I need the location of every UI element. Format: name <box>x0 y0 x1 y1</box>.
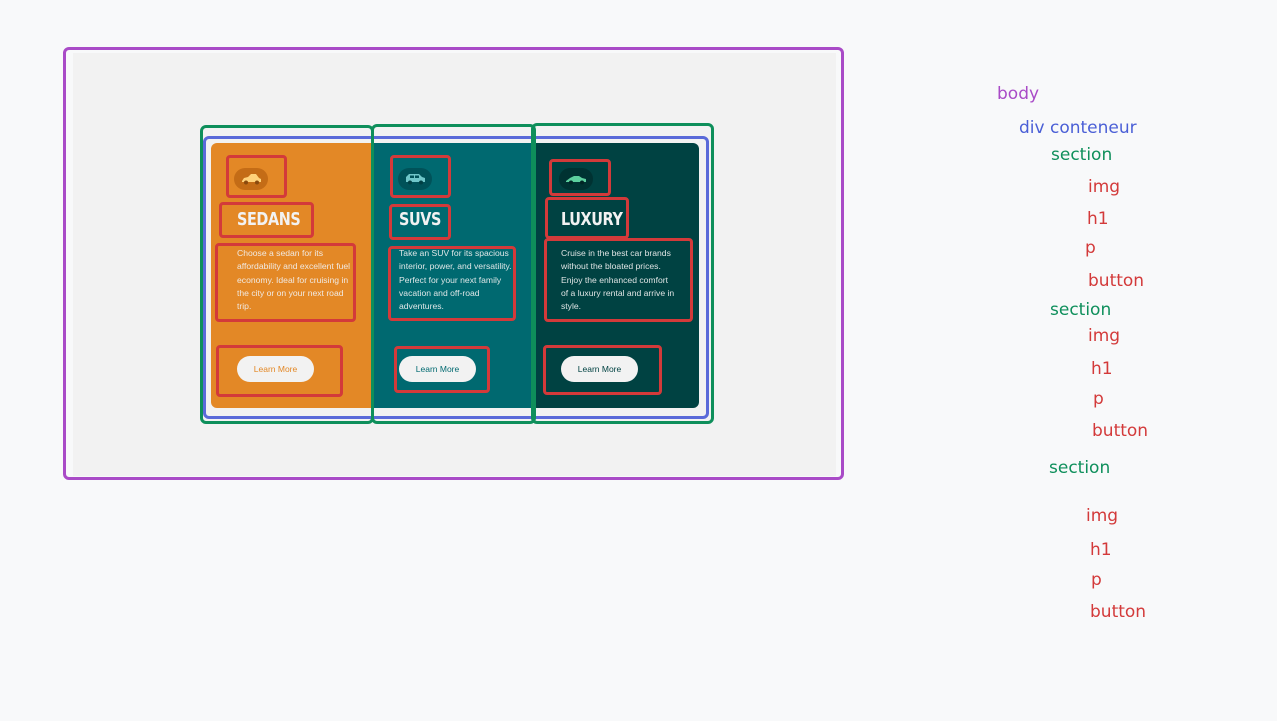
h1-outline <box>389 204 451 240</box>
p-outline <box>215 243 356 322</box>
img-outline <box>226 155 287 198</box>
button-outline <box>543 345 662 395</box>
tree-body: body <box>997 84 1040 104</box>
tree-img: img <box>1086 506 1119 526</box>
h1-outline <box>545 197 629 239</box>
tree-section: section <box>1049 458 1111 478</box>
tree-img: img <box>1088 326 1121 346</box>
tree-button: button <box>1088 271 1145 291</box>
tree-h1: h1 <box>1090 540 1112 560</box>
tree-div-conteneur: div conteneur <box>1019 118 1137 138</box>
p-outline <box>544 238 693 322</box>
tree-section: section <box>1051 145 1113 165</box>
img-outline <box>549 159 611 196</box>
img-outline <box>390 155 451 198</box>
tree-section: section <box>1050 300 1112 320</box>
tree-img: img <box>1088 177 1121 197</box>
tree-p: p <box>1093 389 1104 409</box>
button-outline <box>216 345 343 397</box>
tree-p: p <box>1085 238 1096 258</box>
p-outline <box>388 246 516 321</box>
tree-button: button <box>1092 421 1149 441</box>
tree-h1: h1 <box>1091 359 1113 379</box>
button-outline <box>394 346 490 393</box>
tree-h1: h1 <box>1087 209 1109 229</box>
h1-outline <box>219 202 314 238</box>
tree-button: button <box>1090 602 1147 622</box>
tree-p: p <box>1091 570 1102 590</box>
